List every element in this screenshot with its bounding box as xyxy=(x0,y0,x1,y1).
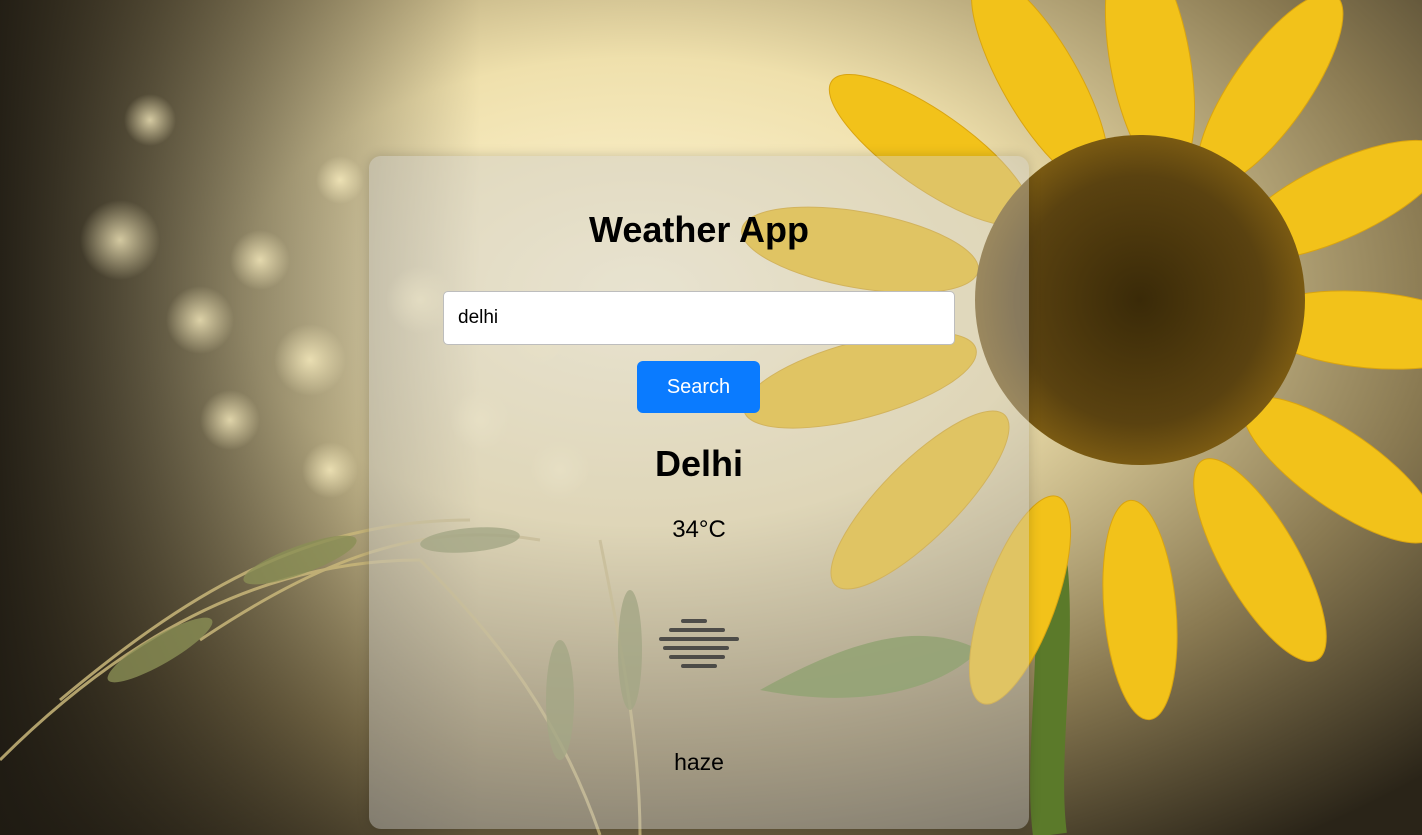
temperature: 34°C xyxy=(672,516,726,543)
city-name: Delhi xyxy=(654,443,743,484)
haze-icon xyxy=(657,616,741,672)
app-title: Weather App xyxy=(588,209,810,250)
city-search-input[interactable] xyxy=(443,291,955,345)
weather-description: haze xyxy=(674,749,724,775)
search-button[interactable]: Search xyxy=(637,361,760,413)
weather-card: Weather App Search Delhi 34°C haze xyxy=(369,156,1029,829)
